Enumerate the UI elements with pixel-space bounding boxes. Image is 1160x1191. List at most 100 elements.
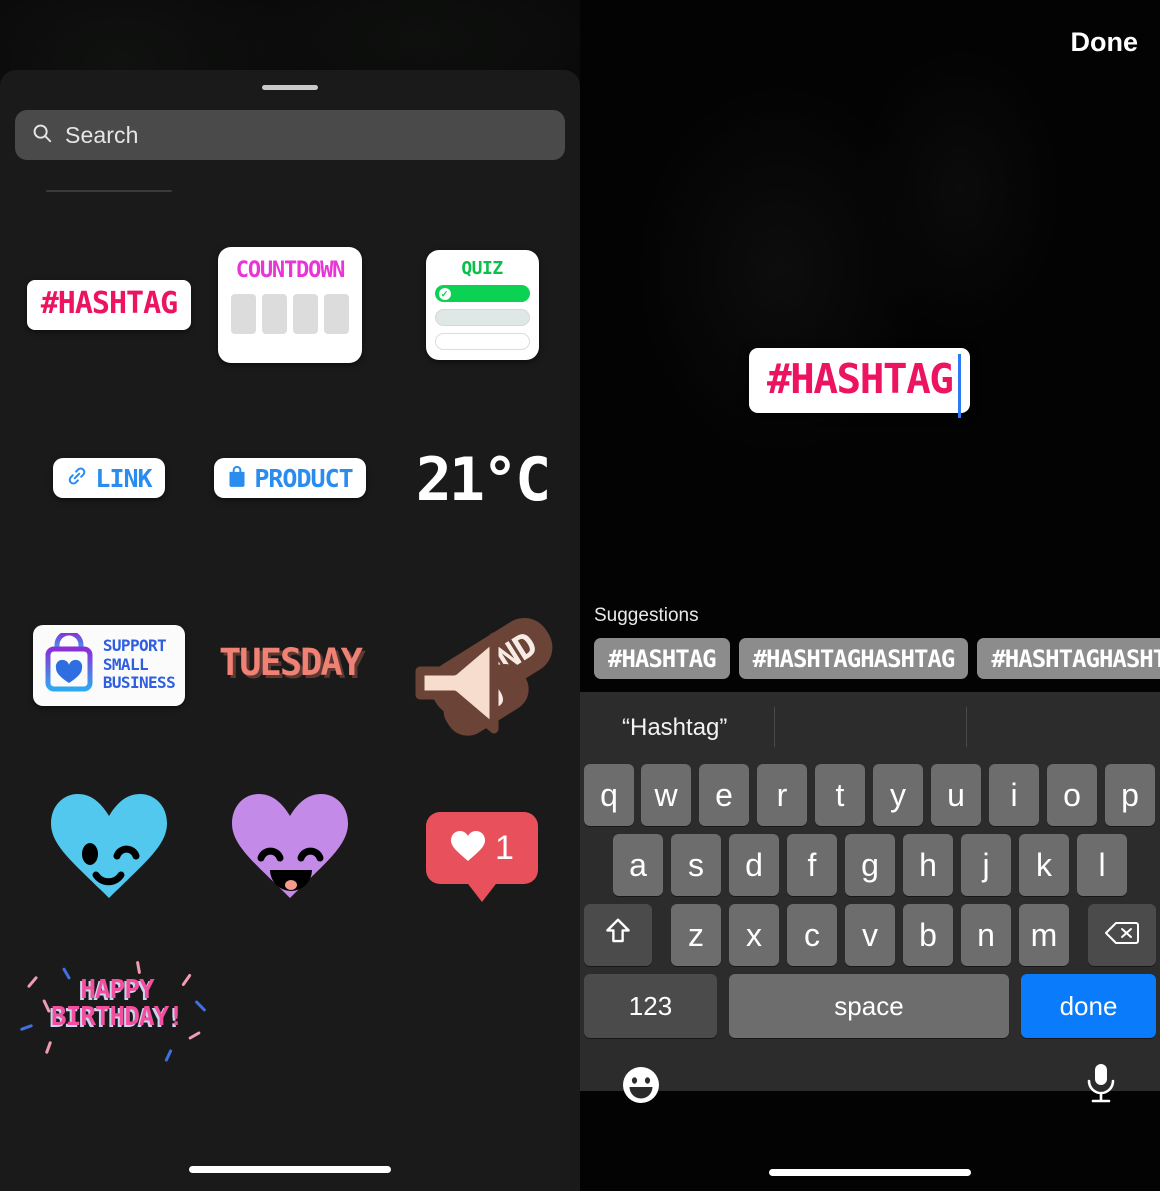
sticker-tuesday[interactable]: TUESDAY xyxy=(196,627,384,697)
key-h[interactable]: h xyxy=(903,834,953,896)
sticker-hashtag[interactable]: #HASHTAG xyxy=(0,265,218,345)
suggestions-list: #HASHTAG #HASHTAGHASHTAG #HASHTAGHASHTAG xyxy=(594,638,1160,679)
quiz-option-2 xyxy=(434,309,530,326)
key-f[interactable]: f xyxy=(787,834,837,896)
hashtag-sticker-editor[interactable]: #HASHTAG xyxy=(749,348,971,418)
quiz-option-3 xyxy=(434,333,530,350)
key-k[interactable]: k xyxy=(1019,834,1069,896)
keyboard-row-2: a s d f g h j k l xyxy=(580,834,1160,904)
shift-icon xyxy=(603,916,633,954)
hashtag-editor-panel: Done #HASHTAG Suggestions #HASHTAG #HASH… xyxy=(580,0,1160,1191)
key-n[interactable]: n xyxy=(961,904,1011,966)
suggestion-chip[interactable]: #HASHTAGHASHTAG xyxy=(977,638,1160,679)
home-indicator-left xyxy=(189,1166,391,1173)
suggestion-chip[interactable]: #HASHTAGHASHTAG xyxy=(738,638,969,679)
sticker-product[interactable]: PRODUCT xyxy=(196,443,384,513)
sticker-ssb-text: SUPPORT SMALL BUSINESS xyxy=(102,636,176,693)
sticker-quiz[interactable]: QUIZ ✓ xyxy=(384,245,580,365)
key-m[interactable]: m xyxy=(1019,904,1069,966)
sticker-product-label: PRODUCT xyxy=(254,463,353,493)
like-count: 1 xyxy=(495,829,514,867)
search-input[interactable]: Search xyxy=(15,110,565,160)
key-r[interactable]: r xyxy=(757,764,807,826)
key-e[interactable]: e xyxy=(699,764,749,826)
screen-root: Search #HASHTAG COUNTDOWN QUIZ ✓ LINK PR… xyxy=(0,0,1160,1191)
key-u[interactable]: u xyxy=(931,764,981,826)
check-icon: ✓ xyxy=(438,287,451,300)
sticker-row: LINK PRODUCT 21°C xyxy=(0,395,580,575)
search-icon xyxy=(31,122,53,149)
text-caret xyxy=(958,354,962,418)
heart-bag-icon xyxy=(43,630,95,698)
key-d[interactable]: d xyxy=(729,834,779,896)
sticker-row: 1 xyxy=(0,755,580,935)
speaker-icon: SOUND ON xyxy=(415,617,553,736)
heart-icon xyxy=(450,830,486,867)
space-key[interactable]: space xyxy=(729,974,1009,1038)
search-placeholder: Search xyxy=(65,121,139,148)
sticker-quiz-label: QUIZ xyxy=(461,258,503,279)
suggestion-chip[interactable]: #HASHTAG xyxy=(594,638,730,679)
sticker-link[interactable]: LINK xyxy=(0,443,218,513)
key-l[interactable]: l xyxy=(1077,834,1127,896)
sticker-support-small-business[interactable]: SUPPORT SMALL BUSINESS xyxy=(0,610,218,720)
sticker-temperature[interactable]: 21°C xyxy=(384,425,580,535)
sticker-countdown[interactable]: COUNTDOWN xyxy=(196,243,384,367)
keyboard-row-3: z x c v b n m xyxy=(580,904,1160,974)
key-s[interactable]: s xyxy=(671,834,721,896)
sticker-row: SUPPORT SMALL BUSINESS TUESDAY xyxy=(0,575,580,755)
done-key[interactable]: done xyxy=(1021,974,1156,1038)
sticker-winking-heart[interactable] xyxy=(0,785,218,905)
key-b[interactable]: b xyxy=(903,904,953,966)
sticker-row: HAPPY BIRTHDAY! xyxy=(0,935,580,1065)
key-x[interactable]: x xyxy=(729,904,779,966)
key-t[interactable]: t xyxy=(815,764,865,826)
keyboard-row-4: 123 space done xyxy=(580,974,1160,1050)
shift-key[interactable] xyxy=(584,904,652,966)
sticker-like-counter[interactable]: 1 xyxy=(384,793,580,903)
key-i[interactable]: i xyxy=(989,764,1039,826)
laughing-heart-icon xyxy=(232,794,348,898)
home-indicator-right xyxy=(769,1169,971,1176)
sticker-tuesday-label: TUESDAY xyxy=(219,640,363,684)
numeric-key[interactable]: 123 xyxy=(584,974,717,1038)
sticker-birthday-text: HAPPY BIRTHDAY! xyxy=(51,975,184,1033)
sticker-link-label: LINK xyxy=(95,463,152,493)
key-o[interactable]: o xyxy=(1047,764,1097,826)
hashtag-editor-text: #HASHTAG xyxy=(767,355,954,403)
key-z[interactable]: z xyxy=(671,904,721,966)
shopping-bag-icon xyxy=(227,465,247,491)
key-j[interactable]: j xyxy=(961,834,1011,896)
predictive-divider xyxy=(774,707,775,747)
backspace-key[interactable] xyxy=(1088,904,1156,966)
predictive-word-1[interactable]: “Hashtag” xyxy=(622,714,727,742)
sticker-tray-panel: Search #HASHTAG COUNTDOWN QUIZ ✓ LINK PR… xyxy=(0,0,580,1191)
sticker-row: #HASHTAG COUNTDOWN QUIZ ✓ xyxy=(0,215,580,395)
link-icon xyxy=(66,465,88,491)
key-g[interactable]: g xyxy=(845,834,895,896)
sticker-hashtag-label: #HASHTAG xyxy=(26,280,192,330)
key-c[interactable]: c xyxy=(787,904,837,966)
backspace-icon xyxy=(1105,917,1139,954)
microphone-icon[interactable] xyxy=(1084,1062,1118,1106)
key-y[interactable]: y xyxy=(873,764,923,826)
predictive-divider xyxy=(966,707,967,747)
sticker-grid: #HASHTAG COUNTDOWN QUIZ ✓ LINK PRODUCT 2… xyxy=(0,215,580,1065)
keyboard-row-1: q w e r t y u i o p xyxy=(580,764,1160,834)
done-button[interactable]: Done xyxy=(1071,27,1139,58)
key-v[interactable]: v xyxy=(845,904,895,966)
quiz-option-correct: ✓ xyxy=(434,285,530,302)
key-p[interactable]: p xyxy=(1105,764,1155,826)
sheet-grabber-handle[interactable] xyxy=(262,85,318,90)
winking-heart-icon xyxy=(51,794,167,898)
sticker-temperature-label: 21°C xyxy=(415,445,551,515)
key-w[interactable]: w xyxy=(641,764,691,826)
key-q[interactable]: q xyxy=(584,764,634,826)
sticker-happy-birthday[interactable]: HAPPY BIRTHDAY! xyxy=(8,955,226,1065)
key-a[interactable]: a xyxy=(613,834,663,896)
emoji-icon[interactable] xyxy=(622,1066,660,1104)
sticker-sound-on[interactable]: SOUND ON xyxy=(384,593,580,743)
countdown-digit-boxes xyxy=(231,294,349,334)
predictive-text-bar: “Hashtag” xyxy=(580,692,1160,764)
sticker-laughing-heart[interactable] xyxy=(196,785,384,905)
